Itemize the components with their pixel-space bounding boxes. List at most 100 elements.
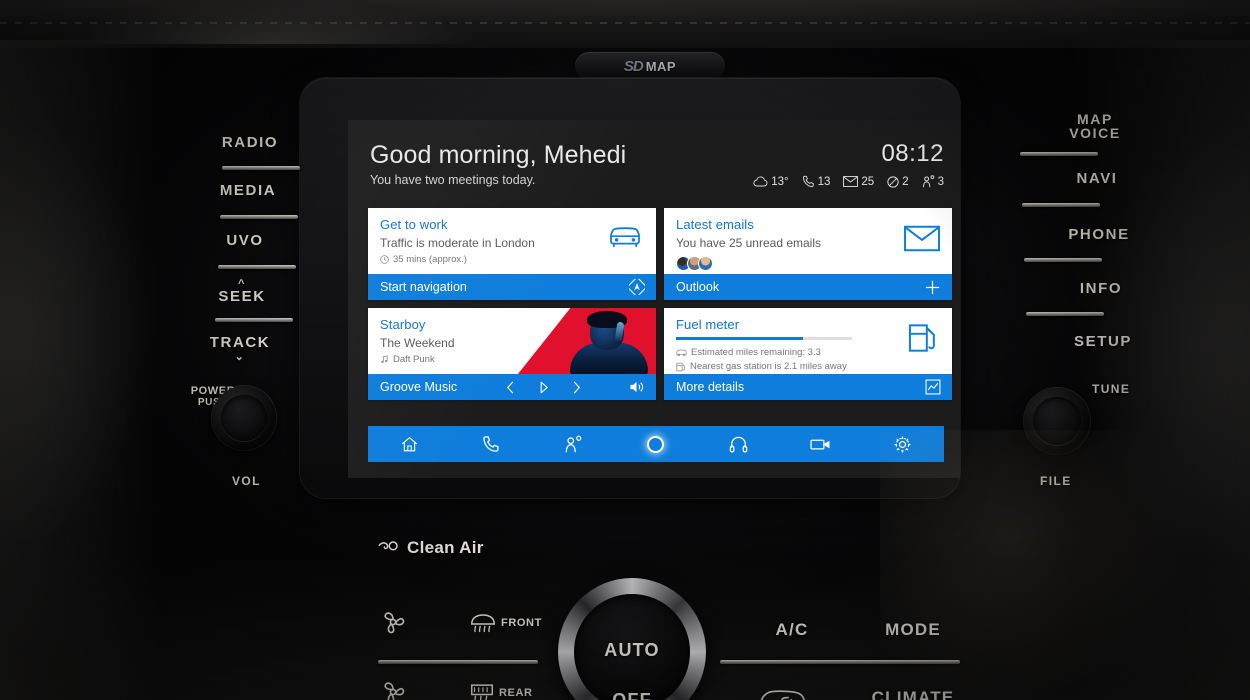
tile-grid: Get to work Traffic is moderate in Londo… [368,208,952,400]
tile-music-body: Starboy The Weekend Daft Punk [368,308,656,374]
climate-button-divider [720,660,960,664]
weather-value: 13° [771,175,789,188]
tile-fuel[interactable]: Fuel meter Estimated miles remaining: 3.… [664,308,952,400]
tile-emails-footer[interactable]: Outlook [664,274,952,300]
hw-button-track[interactable]: TRACK ⌄ [180,334,300,363]
tile-navigation[interactable]: Get to work Traffic is moderate in Londo… [368,208,656,300]
tile-emails-body: Latest emails You have 25 unread emails [664,208,952,274]
tile-music-footer[interactable]: Groove Music [368,374,656,400]
play-icon[interactable] [537,380,550,395]
video-icon [810,439,830,450]
hw-button-divider [220,215,298,219]
hw-button-phone[interactable]: PHONE [1044,226,1154,243]
recirculation-icon [761,690,805,700]
taskbar-contacts-button[interactable] [554,427,594,461]
headphones-icon [729,436,748,453]
album-art-figure [564,311,656,374]
hw-button-uvo[interactable]: UVO [185,232,305,249]
fuel-range-text: Estimated miles remaining: 3.3 [691,347,821,358]
hw-button-media[interactable]: MEDIA [188,182,308,199]
clock-icon [380,255,389,264]
defrost-rear-label: REAR [499,687,533,699]
mail-value: 25 [861,175,875,188]
envelope-icon [843,176,859,187]
car-side-icon [676,349,687,356]
taskbar-home-button[interactable] [389,427,429,461]
left-air-vent [0,120,150,540]
taskbar-settings-button[interactable] [883,427,923,461]
tune-knob-label: TUNE [1092,382,1131,396]
avatar [698,256,713,272]
volume-icon[interactable] [629,380,645,394]
fuel-station-row: Nearest gas station is 2.1 miles away [676,361,940,372]
off-label: OFF [612,690,652,700]
hw-button-seek[interactable]: ^ SEEK [182,279,302,306]
fan-decrease-button[interactable] [378,608,408,641]
screen-taskbar [368,426,944,462]
chart-icon[interactable] [925,379,941,395]
volume-knob[interactable] [212,386,276,450]
taskbar-phone-button[interactable] [471,427,511,461]
defrost-front-button[interactable]: FRONT [468,612,542,634]
cortana-icon [647,435,665,453]
ac-button[interactable]: A/C [752,620,832,640]
hw-button-divider [1026,312,1104,316]
tune-knob[interactable] [1024,388,1090,454]
car-icon [606,225,644,258]
sd-map-badge: SD MAP [575,52,725,80]
hw-button-radio[interactable]: RADIO [190,134,310,151]
clean-air-indicator: Clean Air [378,538,484,558]
climate-button[interactable]: CLIMATE [858,688,968,700]
no-entry-icon [887,175,899,188]
hw-button-setup[interactable]: SETUP [1048,333,1158,350]
tile-emails-count: You have 25 unread emails [676,236,821,250]
tile-fuel-title: Fuel meter [676,317,740,332]
volume-knob-label: VOL [232,474,261,488]
taskbar-cortana-button[interactable] [636,427,676,461]
defrost-front-label: FRONT [501,617,542,629]
tile-fuel-footer[interactable]: More details [664,374,952,400]
climate-button-divider [378,660,538,664]
music-transport-controls [504,380,583,395]
hw-button-divider [215,318,293,322]
music-note-icon [381,355,388,364]
calls-status: 13 [802,175,830,188]
phone-icon [802,175,814,188]
fuel-progress-fill [676,337,803,340]
defrost-rear-icon [470,684,494,700]
previous-icon[interactable] [504,380,517,395]
tile-navigation-eta: 35 mins (approx.) [380,254,644,265]
plus-icon[interactable] [924,279,941,296]
gas-pump-icon [676,362,685,371]
hw-button-divider [1020,152,1098,156]
contacts-status: 3 [922,175,944,188]
tile-navigation-footer[interactable]: Start navigation [368,274,656,300]
tile-navigation-eta-text: 35 mins (approx.) [393,254,467,266]
status-bar: 08:12 13° 13 25 2 3 [753,142,944,188]
temperature-knob[interactable]: AUTO OFF [558,578,706,700]
hw-button-divider [218,265,296,269]
mode-button[interactable]: MODE [858,620,968,640]
hw-button-navi[interactable]: NAVI [1042,170,1152,187]
clock: 08:12 [881,140,944,167]
hw-button-divider [1022,203,1100,207]
sd-label: SD [623,57,644,75]
infotainment-screen[interactable]: Good morning, Mehedi You have two meetin… [348,120,960,478]
recirculation-button[interactable] [760,688,806,700]
start-navigation-label: Start navigation [380,280,467,294]
hw-button-info[interactable]: INFO [1046,280,1156,297]
defrost-rear-button[interactable]: REAR [468,682,533,700]
share-people-icon [922,175,934,188]
next-icon[interactable] [570,380,583,395]
outlook-label: Outlook [676,280,720,294]
tile-emails[interactable]: Latest emails You have 25 unread emails … [664,208,952,300]
climate-control-panel: Clean Air FRONT REAR AUTO OFF A/C MODE C… [300,538,960,700]
taskbar-music-button[interactable] [718,427,758,461]
taskbar-video-button[interactable] [801,427,841,461]
fan-increase-button[interactable] [378,678,408,700]
people-icon [565,435,582,452]
hw-button-map-voice[interactable]: MAP VOICE [1040,112,1150,140]
navigation-arrow-icon[interactable] [629,279,645,295]
hood-light-reflection [60,0,480,44]
tile-music[interactable]: Starboy The Weekend Daft Punk Groove Mus… [368,308,656,400]
